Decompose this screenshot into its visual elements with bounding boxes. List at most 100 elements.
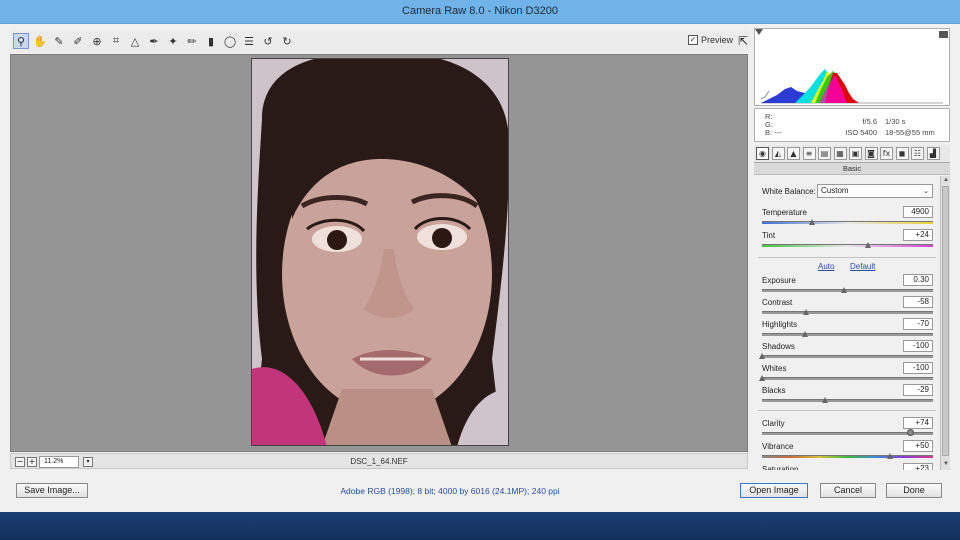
hsl-tab-icon[interactable]: ≡ xyxy=(802,147,816,160)
tint-handle[interactable] xyxy=(865,242,872,248)
lens: 18-55@55 mm xyxy=(885,128,935,137)
shadows-handle[interactable] xyxy=(759,353,765,359)
vibrance-slider[interactable]: Vibrance +50 xyxy=(754,440,940,462)
open-image-button[interactable]: Open Image xyxy=(740,483,808,498)
contrast-value[interactable]: -58 xyxy=(903,296,933,308)
clarity-slider[interactable]: Clarity +74 xyxy=(754,417,940,439)
adjustment-brush-icon[interactable]: ✏ xyxy=(184,33,200,49)
exposure-value[interactable]: 0.30 xyxy=(903,274,933,286)
spot-removal-icon[interactable]: ✒ xyxy=(146,33,162,49)
contrast-track[interactable] xyxy=(762,311,933,314)
highlights-slider[interactable]: Highlights -70 xyxy=(754,318,940,340)
vibrance-handle[interactable] xyxy=(887,453,894,459)
scroll-up-icon[interactable]: ▲ xyxy=(942,177,950,185)
blacks-track[interactable] xyxy=(762,399,933,402)
fx-tab-icon[interactable]: fx xyxy=(880,147,893,160)
histogram-graph xyxy=(755,29,948,104)
chevron-down-icon: ⌄ xyxy=(923,187,929,195)
fullscreen-icon[interactable]: ⇱ xyxy=(738,34,748,48)
rotate-left-icon[interactable]: ↺ xyxy=(260,33,276,49)
histogram xyxy=(754,28,950,106)
preferences-icon[interactable]: ☰ xyxy=(241,33,257,49)
zoom-icon[interactable]: ⚲ xyxy=(13,33,29,49)
temperature-handle[interactable] xyxy=(808,219,815,225)
presets-tab-icon[interactable]: ☷ xyxy=(911,147,924,160)
camera-profile-tab-icon[interactable]: ◼ xyxy=(895,147,909,160)
preview-toggle[interactable]: ✓ Preview xyxy=(688,35,733,45)
blacks-value[interactable]: -29 xyxy=(903,384,933,396)
whites-slider[interactable]: Whites -100 xyxy=(754,362,940,384)
white-balance-icon[interactable]: ✎ xyxy=(51,33,67,49)
crop-icon[interactable]: ⌗ xyxy=(108,33,124,49)
temperature-value[interactable]: 4900 xyxy=(903,206,933,218)
snapshots-tab-icon[interactable]: ▟ xyxy=(926,147,940,160)
blacks-slider[interactable]: Blacks -29 xyxy=(754,384,940,406)
image-preview-area[interactable] xyxy=(10,54,748,452)
temperature-track[interactable] xyxy=(762,221,933,224)
whites-handle[interactable] xyxy=(759,375,765,381)
camera-info: R: G: B: --- f/5.6 ISO 5400 1/30 s 18-55… xyxy=(754,108,950,142)
preview-checkbox[interactable]: ✓ xyxy=(688,35,698,45)
whites-track[interactable] xyxy=(762,377,933,380)
straighten-icon[interactable]: △ xyxy=(127,33,143,49)
contrast-slider[interactable]: Contrast -58 xyxy=(754,296,940,318)
tint-slider[interactable]: Tint +24 xyxy=(754,229,940,251)
saturation-value[interactable]: +23 xyxy=(903,463,933,470)
highlights-value[interactable]: -70 xyxy=(903,318,933,330)
exposure-track[interactable] xyxy=(762,289,933,292)
panel-tabs: ◉ ◭ ▲ ≡ ▤ ▦ ▣ ◙ fx ◼ ☷ ▟ xyxy=(754,145,950,163)
panel-scrollbar[interactable]: ▲ ▼ xyxy=(940,176,950,470)
tone-curve-tab-icon[interactable]: ◭ xyxy=(771,147,785,160)
workflow-options-link[interactable]: Adobe RGB (1998); 8 bit; 4000 by 6016 (2… xyxy=(200,486,700,496)
auto-link[interactable]: Auto xyxy=(818,262,834,271)
whites-value[interactable]: -100 xyxy=(903,362,933,374)
divider xyxy=(758,410,936,411)
blacks-handle[interactable] xyxy=(822,397,829,403)
tint-value[interactable]: +24 xyxy=(903,229,933,241)
clarity-value[interactable]: +74 xyxy=(903,417,933,429)
highlights-track[interactable] xyxy=(762,333,933,336)
exposure-handle[interactable] xyxy=(841,287,848,293)
temperature-slider[interactable]: Temperature 4900 xyxy=(754,206,940,228)
saturation-slider[interactable]: Saturation +23 xyxy=(754,463,940,470)
camera-raw-window: Camera Raw 8.0 - Nikon D3200 ✓ Preview ⇱… xyxy=(0,0,960,512)
cancel-button[interactable]: Cancel xyxy=(820,483,876,498)
rotate-right-icon[interactable]: ↻ xyxy=(279,33,295,49)
window-title: Camera Raw 8.0 - Nikon D3200 xyxy=(402,5,558,17)
highlights-handle[interactable] xyxy=(801,331,808,337)
split-toning-tab-icon[interactable]: ▤ xyxy=(818,147,831,160)
portrait-image xyxy=(252,59,508,445)
graduated-filter-icon[interactable]: ▮ xyxy=(203,33,219,49)
color-sampler-icon[interactable]: ✐ xyxy=(70,33,86,49)
red-eye-icon[interactable]: ✦ xyxy=(165,33,181,49)
shadows-track[interactable] xyxy=(762,355,933,358)
white-balance-label: White Balance: xyxy=(762,187,816,196)
hand-icon[interactable]: ✋ xyxy=(32,33,48,49)
shadows-value[interactable]: -100 xyxy=(903,340,933,352)
blacks-label: Blacks xyxy=(762,386,786,395)
contrast-handle[interactable] xyxy=(803,309,810,315)
camera-calibration-tab-icon[interactable]: ◙ xyxy=(864,147,878,160)
preview-label: Preview xyxy=(701,35,734,45)
effects-tab-icon[interactable]: ▣ xyxy=(849,147,862,160)
white-balance-select[interactable]: Custom ⌄ xyxy=(817,184,933,198)
basic-tab-icon[interactable]: ◉ xyxy=(756,147,769,160)
shadows-slider[interactable]: Shadows -100 xyxy=(754,340,940,362)
exposure-slider[interactable]: Exposure 0.30 xyxy=(754,274,940,296)
done-button[interactable]: Done xyxy=(886,483,942,498)
scroll-down-icon[interactable]: ▼ xyxy=(942,461,950,469)
shadows-label: Shadows xyxy=(762,342,795,351)
detail-tab-icon[interactable]: ▲ xyxy=(787,147,800,160)
default-link[interactable]: Default xyxy=(850,262,875,271)
lens-corrections-tab-icon[interactable]: ▦ xyxy=(833,147,847,160)
highlight-clip-icon xyxy=(939,31,948,38)
panel-title: Basic xyxy=(754,163,950,175)
targeted-adjustment-icon[interactable]: ⊕ xyxy=(89,33,105,49)
save-image-button[interactable]: Save Image... xyxy=(16,483,88,498)
desktop-background xyxy=(0,512,960,540)
tint-track[interactable] xyxy=(762,244,933,247)
vibrance-track[interactable] xyxy=(762,455,933,458)
scroll-thumb[interactable] xyxy=(942,186,949,456)
vibrance-value[interactable]: +50 xyxy=(903,440,933,452)
radial-filter-icon[interactable]: ◯ xyxy=(222,33,238,49)
